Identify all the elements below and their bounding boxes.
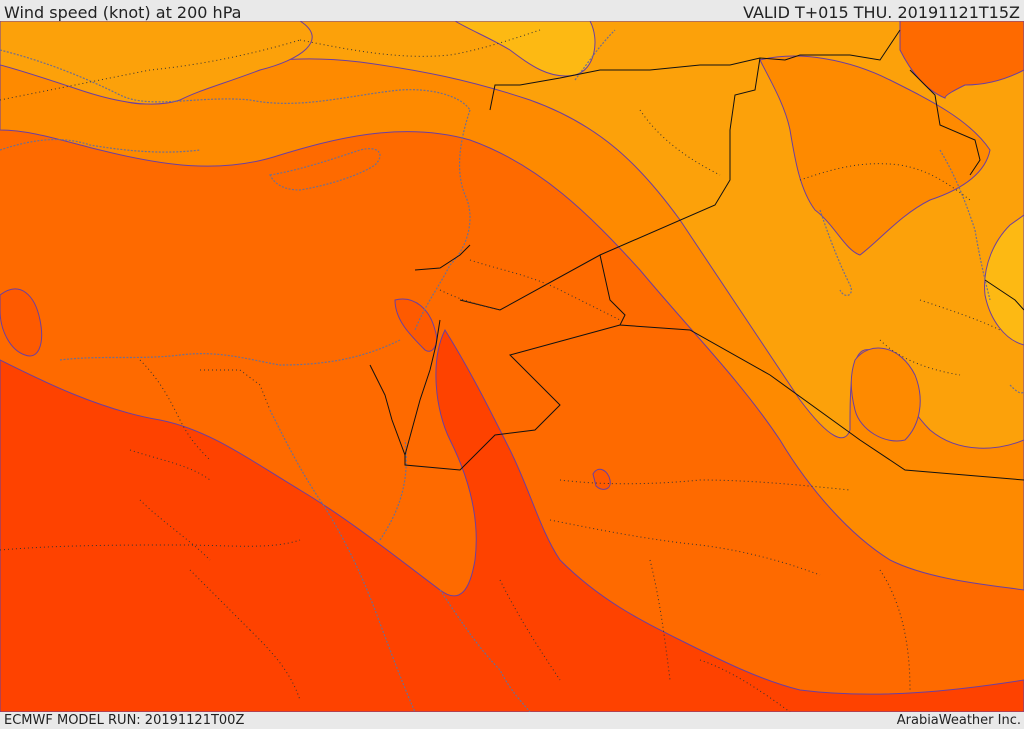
wind-speed-map xyxy=(0,21,1024,712)
map-canvas xyxy=(0,21,1024,712)
valid-time: VALID T+015 THU. 20191121T15Z xyxy=(743,3,1020,22)
model-run: ECMWF MODEL RUN: 20191121T00Z xyxy=(4,713,245,728)
credit-text: ArabiaWeather Inc. xyxy=(896,713,1021,728)
header-bar: Wind speed (knot) at 200 hPa VALID T+015… xyxy=(0,0,1024,22)
footer-bar: ECMWF MODEL RUN: 20191121T00Z ArabiaWeat… xyxy=(0,712,1024,729)
map-title: Wind speed (knot) at 200 hPa xyxy=(4,3,242,22)
weather-map-page: Wind speed (knot) at 200 hPa VALID T+015… xyxy=(0,0,1024,729)
